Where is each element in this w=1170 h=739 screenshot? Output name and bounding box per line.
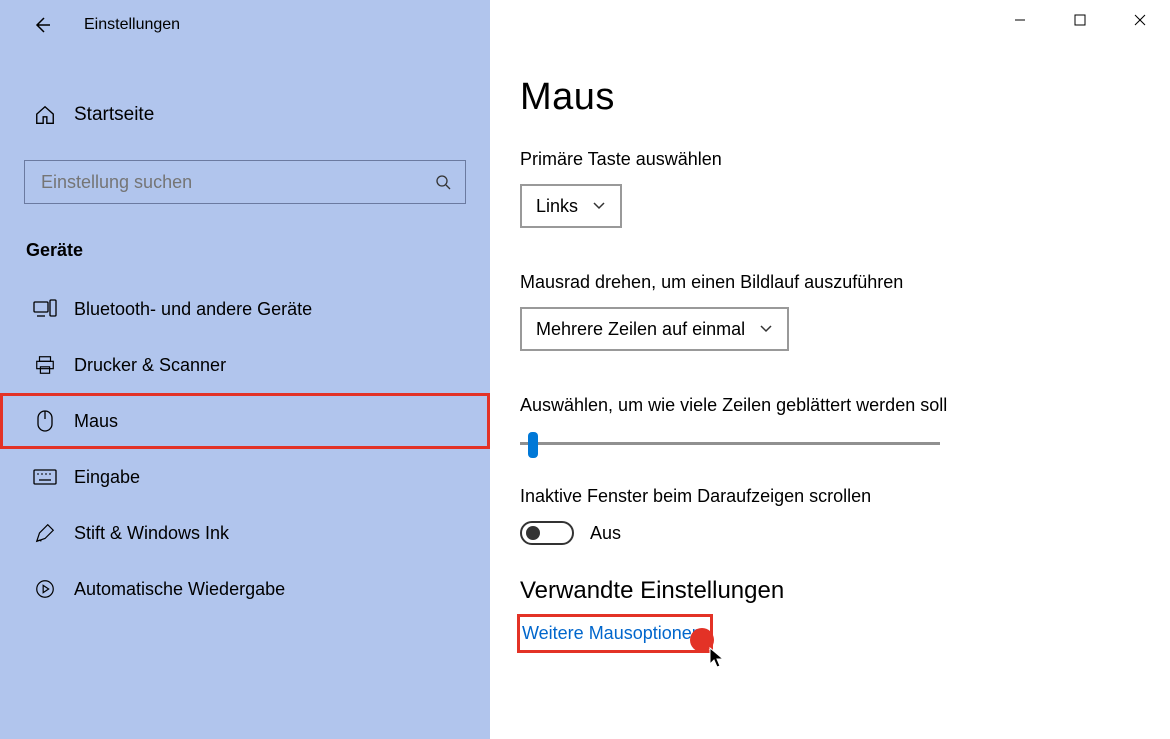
page-title: Maus (520, 76, 1170, 119)
scroll-mode-label: Mausrad drehen, um einen Bildlauf auszuf… (520, 272, 1170, 293)
arrow-left-icon (32, 15, 52, 35)
sidebar-item-label: Stift & Windows Ink (74, 523, 229, 544)
search-icon (435, 174, 451, 190)
minimize-icon (1014, 14, 1026, 26)
sidebar-item-pen[interactable]: Stift & Windows Ink (0, 505, 490, 561)
sidebar-item-label: Maus (74, 411, 118, 432)
toggle-state-label: Aus (590, 523, 621, 544)
chevron-down-icon (592, 201, 606, 211)
sidebar-item-autoplay[interactable]: Automatische Wiedergabe (0, 561, 490, 617)
printer-icon (30, 354, 60, 376)
cursor-icon (708, 646, 728, 670)
sidebar-home[interactable]: Startseite (0, 90, 490, 140)
related-link-highlight: Weitere Mausoptionen (520, 617, 710, 650)
sidebar-category: Geräte (26, 234, 490, 267)
back-button[interactable] (28, 11, 56, 39)
slider-track (520, 442, 940, 445)
dropdown-value: Mehrere Zeilen auf einmal (536, 319, 745, 340)
devices-icon (30, 299, 60, 319)
settings-window: Einstellungen Startseite Geräte Bluetoot… (0, 0, 1170, 739)
dropdown-value: Links (536, 196, 578, 217)
maximize-button[interactable] (1050, 0, 1110, 40)
related-heading: Verwandte Einstellungen (520, 577, 1170, 605)
primary-button-label: Primäre Taste auswählen (520, 149, 1170, 170)
minimize-button[interactable] (990, 0, 1050, 40)
content-pane: Maus Primäre Taste auswählen Links Mausr… (490, 0, 1170, 739)
search-box[interactable] (24, 160, 466, 204)
window-controls (990, 0, 1170, 40)
scroll-lines-slider[interactable] (520, 430, 940, 460)
sidebar-item-label: Automatische Wiedergabe (74, 579, 285, 600)
close-button[interactable] (1110, 0, 1170, 40)
sidebar-item-typing[interactable]: Eingabe (0, 449, 490, 505)
mouse-icon (30, 409, 60, 433)
home-icon (30, 104, 60, 126)
sidebar: Einstellungen Startseite Geräte Bluetoot… (0, 0, 490, 739)
slider-thumb[interactable] (528, 432, 538, 458)
app-title: Einstellungen (84, 16, 180, 34)
sidebar-item-label: Drucker & Scanner (74, 355, 226, 376)
hover-scroll-label: Inaktive Fenster beim Daraufzeigen scrol… (520, 486, 1170, 507)
sidebar-item-bluetooth[interactable]: Bluetooth- und andere Geräte (0, 281, 490, 337)
sidebar-item-label: Bluetooth- und andere Geräte (74, 299, 312, 320)
sidebar-home-label: Startseite (74, 104, 154, 126)
title-bar: Einstellungen (0, 0, 490, 50)
hover-scroll-toggle[interactable] (520, 521, 574, 545)
primary-button-dropdown[interactable]: Links (520, 184, 622, 228)
maximize-icon (1074, 14, 1086, 26)
scroll-lines-label: Auswählen, um wie viele Zeilen geblätter… (520, 395, 1170, 416)
autoplay-icon (30, 578, 60, 600)
keyboard-icon (30, 469, 60, 485)
sidebar-item-printers[interactable]: Drucker & Scanner (0, 337, 490, 393)
sidebar-item-mouse[interactable]: Maus (0, 393, 490, 449)
more-mouse-options-link[interactable]: Weitere Mausoptionen (522, 623, 702, 643)
search-input[interactable] (39, 171, 435, 194)
pen-icon (30, 522, 60, 544)
sidebar-item-label: Eingabe (74, 467, 140, 488)
scroll-mode-dropdown[interactable]: Mehrere Zeilen auf einmal (520, 307, 789, 351)
toggle-knob (526, 526, 540, 540)
close-icon (1134, 14, 1146, 26)
chevron-down-icon (759, 324, 773, 334)
